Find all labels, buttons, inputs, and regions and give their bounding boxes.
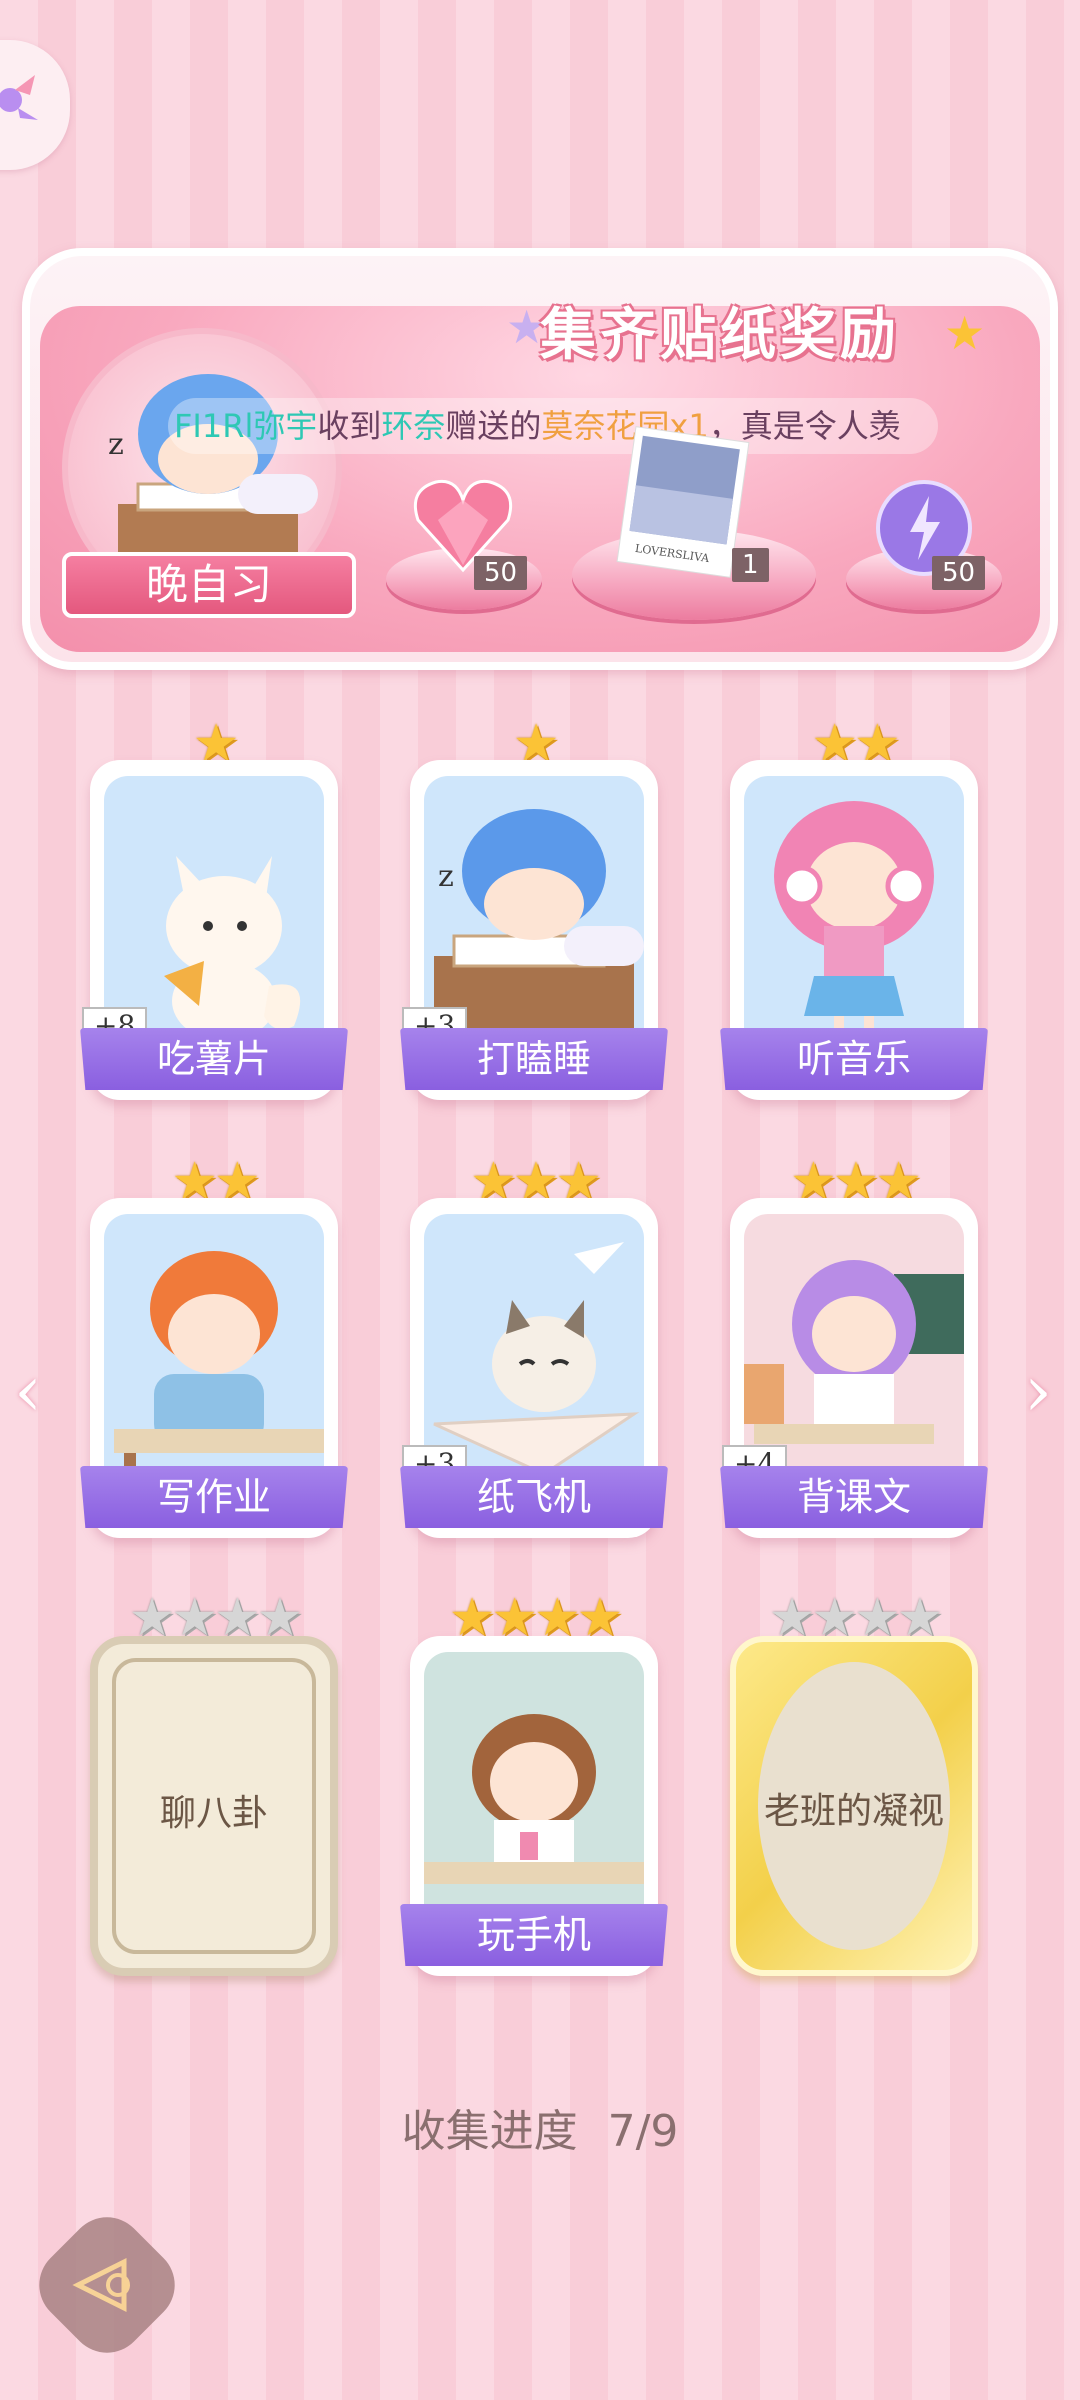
sticker-label: 玩手机 [400,1904,668,1966]
sticker-label: 写作业 [80,1466,348,1528]
back-button[interactable] [23,2201,191,2369]
sticker-card-doze[interactable]: z +3 打瞌睡 [400,760,668,1100]
paint-splash-icon [0,75,38,120]
ticker-text: 赠送的 [445,407,542,445]
gift-announcement-ticker: FI1Rl弥宇收到环奈赠送的莫奈花园x1，真是令人羡 [168,398,938,454]
sticker-label: 吃薯片 [80,1028,348,1090]
sticker-image [104,1214,324,1498]
reward-count: 50 [474,556,528,590]
svg-text:z: z [438,859,454,894]
monet-garden-photo-card-icon[interactable]: LOVERSLIVA [615,424,751,579]
girl-listening-music-illustration [774,801,934,1046]
progress-label: 收集进度 [401,2106,578,2157]
reward-count: 50 [932,556,986,590]
sticker-label: 纸飞机 [400,1466,668,1528]
sticker-label: 听音乐 [720,1028,988,1090]
reward-count: 1 [732,548,769,582]
collection-progress: 收集进度 7/9 [0,2095,1080,2159]
svg-text:z: z [108,427,124,462]
prev-page-arrow[interactable]: ‹ [14,1350,42,1432]
sticker-card-eat-chips[interactable]: +8 吃薯片 [80,760,348,1100]
ticker-text: 收到 [317,407,382,445]
sticker-card-recite[interactable]: +4 背课文 [720,1198,988,1538]
ticker-user1: FI1Rl [174,407,254,445]
ticker-user2: 弥宇 [253,407,318,445]
next-page-arrow[interactable]: › [1024,1350,1052,1432]
sticker-card-music[interactable]: 听音乐 [720,760,988,1100]
sticker-card-paper-plane[interactable]: +3 纸飞机 [400,1198,668,1538]
sticker-card-teacher-gaze-locked[interactable]: 老班的凝视 [730,1636,978,1976]
sticker-card-gossip-locked[interactable]: 聊八卦 [90,1636,338,1976]
girl-playing-phone-illustration [424,1714,644,1884]
menu-corner-button[interactable] [0,40,70,170]
back-arrow-icon [72,2257,131,2313]
ticker-user3: 环奈 [381,407,446,445]
sticker-label: 打瞌睡 [400,1028,668,1090]
sticker-image [744,776,964,1060]
sticker-label: 老班的凝视 [763,1791,944,1832]
boy-doing-homework-illustration [114,1251,324,1498]
sticker-label: 聊八卦 [159,1793,268,1834]
sticker-card-phone[interactable]: 玩手机 [400,1636,668,1976]
star-decoration-icon: ★ [944,306,986,360]
current-sticker-label: 晚自习 [62,552,356,618]
sticker-label: 背课文 [720,1466,988,1528]
sticker-image [424,1652,644,1936]
banner-title: 集齐贴纸奖励 [540,302,900,368]
sticker-card-homework[interactable]: 写作业 [80,1198,348,1538]
progress-value: 7/9 [607,2106,679,2157]
